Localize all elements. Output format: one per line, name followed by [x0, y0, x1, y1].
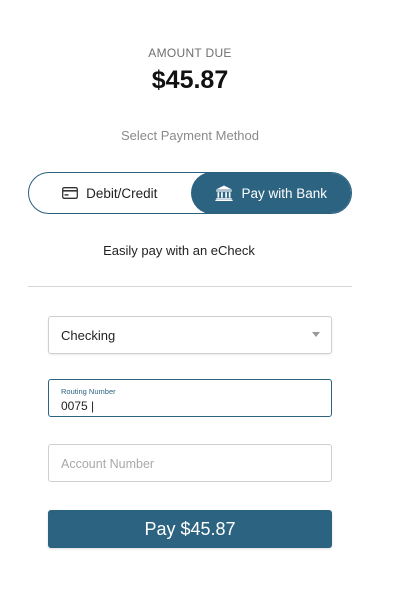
routing-number-value: 0075 | — [61, 399, 95, 413]
routing-number-field[interactable]: Routing Number 0075 | — [48, 379, 332, 417]
pay-with-bank-label: Pay with Bank — [241, 185, 328, 201]
amount-due-value: $45.87 — [151, 66, 229, 94]
divider — [28, 286, 352, 287]
echeck-description: Easily pay with an eCheck — [103, 243, 255, 258]
payment-method-toggle: Debit/Credit Pay with Bank — [28, 172, 352, 214]
routing-number-label: Routing Number — [61, 387, 116, 396]
account-number-field[interactable]: Account Number — [48, 444, 332, 482]
amount-due-label: AMOUNT DUE — [148, 46, 232, 60]
bank-icon — [215, 185, 234, 201]
pay-button[interactable]: Pay $45.87 — [48, 510, 332, 548]
account-type-select[interactable]: Checking — [48, 316, 332, 354]
caret-down-icon — [312, 332, 320, 337]
select-payment-method-heading: Select Payment Method — [120, 128, 260, 143]
debit-credit-option[interactable]: Debit/Credit — [29, 173, 191, 213]
debit-credit-label: Debit/Credit — [86, 185, 158, 201]
credit-card-icon — [62, 187, 79, 199]
account-number-placeholder: Account Number — [61, 457, 155, 471]
account-type-value: Checking — [61, 328, 116, 343]
pay-with-bank-option[interactable]: Pay with Bank — [190, 173, 351, 213]
